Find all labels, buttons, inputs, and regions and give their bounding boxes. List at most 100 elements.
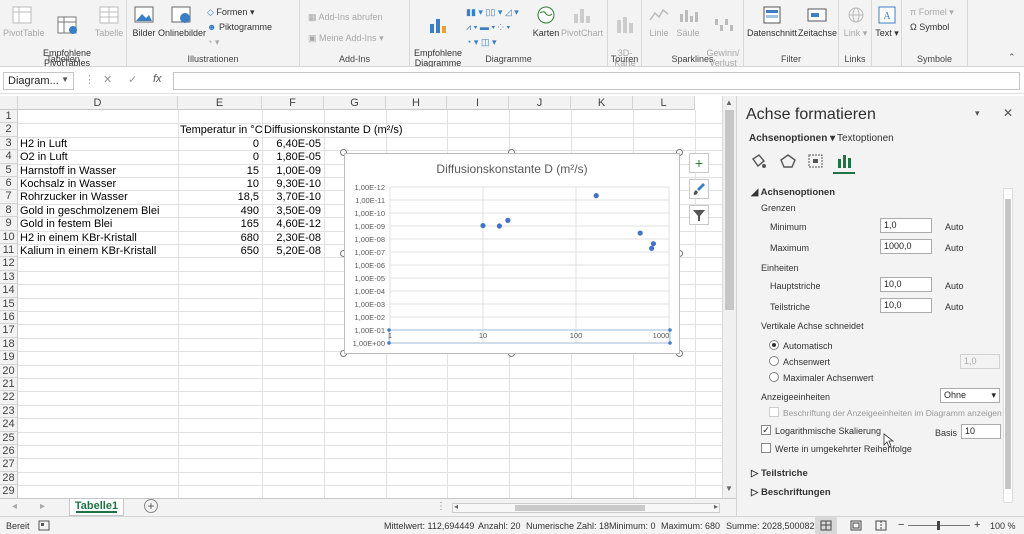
row-header-12[interactable]: 12 bbox=[0, 257, 18, 271]
karten-button[interactable]: Karten bbox=[532, 4, 560, 38]
formula-input[interactable] bbox=[173, 72, 1020, 90]
checkbox-logarithmisch[interactable]: ✓ bbox=[761, 425, 771, 435]
data-point[interactable] bbox=[650, 241, 657, 247]
column-header-f[interactable]: F bbox=[262, 96, 324, 110]
cell-f9[interactable]: 4,60E-12 bbox=[263, 218, 321, 231]
cell-f10[interactable]: 2,30E-08 bbox=[263, 232, 321, 245]
cell-e7[interactable]: 18,5 bbox=[179, 191, 259, 204]
3d-modelle-button[interactable]: ◔ ▾ bbox=[207, 36, 219, 48]
column-header-h[interactable]: H bbox=[386, 96, 447, 110]
data-point[interactable] bbox=[649, 245, 655, 251]
onlinebilder-button[interactable]: Onlinebilder bbox=[158, 4, 206, 38]
sparkline-linie-button[interactable]: Linie bbox=[645, 4, 673, 38]
insert-function-icon[interactable]: fx bbox=[153, 73, 162, 85]
cell-d5[interactable]: Harnstoff in Wasser bbox=[20, 165, 116, 178]
axis-selection-handle[interactable] bbox=[387, 341, 391, 345]
data-point[interactable] bbox=[637, 230, 643, 236]
row-header-23[interactable]: 23 bbox=[0, 404, 18, 419]
cell-e9[interactable]: 165 bbox=[179, 218, 259, 231]
axis-options-icon[interactable] bbox=[835, 152, 853, 170]
cell-d8[interactable]: Gold in geschmolzenem Blei bbox=[20, 205, 159, 218]
name-box[interactable]: Diagram... ▼ bbox=[3, 72, 74, 90]
zeitachse-button[interactable]: Zeitachse bbox=[798, 4, 837, 38]
row-header-4[interactable]: 4 bbox=[0, 150, 18, 164]
teilstriche-auto-button[interactable]: Auto bbox=[945, 302, 964, 312]
column-header-l[interactable]: L bbox=[633, 96, 695, 110]
scroll-right-icon[interactable]: ▸ bbox=[714, 502, 718, 511]
section-teilstriche[interactable]: ▷ Teilstriche bbox=[751, 468, 808, 479]
pane-scroll-thumb[interactable] bbox=[1005, 199, 1011, 489]
row-header-6[interactable]: 6 bbox=[0, 177, 18, 191]
page-break-view-icon[interactable] bbox=[871, 517, 891, 534]
enter-icon[interactable]: ✓ bbox=[128, 73, 137, 86]
meine-addins-button[interactable]: ▣ Meine Add-Ins ▾ bbox=[308, 32, 384, 44]
chart-styles-button[interactable] bbox=[689, 179, 709, 199]
select-all-corner[interactable] bbox=[0, 96, 18, 110]
cell-f5[interactable]: 1,00E-09 bbox=[263, 165, 321, 178]
add-sheet-button[interactable]: + bbox=[144, 499, 158, 513]
zoom-level[interactable]: 100 % bbox=[990, 521, 1016, 531]
pane-options-icon[interactable]: ▾ bbox=[975, 108, 980, 119]
cell-d11[interactable]: Kalium in einem KBr-Kristall bbox=[20, 245, 156, 258]
cell-d10[interactable]: H2 in einem KBr-Kristall bbox=[20, 232, 137, 245]
row-header-13[interactable]: 13 bbox=[0, 270, 18, 285]
row-header-16[interactable]: 16 bbox=[0, 311, 18, 325]
tab-textoptionen[interactable]: Textoptionen bbox=[837, 133, 894, 144]
page-layout-view-icon[interactable] bbox=[846, 517, 866, 534]
row-header-11[interactable]: 11 bbox=[0, 244, 18, 258]
row-header-10[interactable]: 10 bbox=[0, 230, 18, 244]
row-header-26[interactable]: 26 bbox=[0, 445, 18, 459]
column-header-g[interactable]: G bbox=[324, 96, 386, 110]
section-beschriftungen[interactable]: ▷ Beschriftungen bbox=[751, 487, 831, 498]
tab-split-grip[interactable]: ⋮ bbox=[436, 501, 446, 512]
hauptstriche-input[interactable]: 10,0 bbox=[880, 277, 932, 292]
link-button[interactable]: Link ▾ bbox=[842, 4, 869, 38]
piktogramme-button[interactable]: ☻ Piktogramme bbox=[207, 21, 272, 33]
maximum-auto-button[interactable]: Auto bbox=[945, 243, 964, 253]
sparkline-saeule-button[interactable]: Säule bbox=[674, 4, 702, 38]
size-properties-icon[interactable] bbox=[807, 153, 825, 169]
row-header-29[interactable]: 29 bbox=[0, 485, 18, 498]
chart-elements-button[interactable]: + bbox=[689, 153, 709, 173]
cell-e2[interactable]: Temperatur in °C bbox=[180, 124, 263, 137]
row-header-21[interactable]: 21 bbox=[0, 378, 18, 392]
column-header-k[interactable]: K bbox=[571, 96, 633, 110]
zoom-slider-thumb[interactable] bbox=[937, 521, 940, 530]
collapse-ribbon-icon[interactable]: ⌃ bbox=[1008, 52, 1016, 63]
cell-e3[interactable]: 0 bbox=[179, 138, 259, 151]
chart-title[interactable]: Diffusionskonstante D (m²/s) bbox=[436, 162, 587, 176]
cell-e11[interactable]: 650 bbox=[179, 245, 259, 258]
formen-button[interactable]: ◇ Formen ▾ bbox=[207, 6, 254, 18]
pivotchart-button[interactable]: PivotChart bbox=[560, 4, 604, 38]
chart-filters-button[interactable] bbox=[689, 205, 709, 225]
column-header-j[interactable]: J bbox=[509, 96, 571, 110]
row-header-8[interactable]: 8 bbox=[0, 203, 18, 218]
row-header-17[interactable]: 17 bbox=[0, 324, 18, 338]
minimum-auto-button[interactable]: Auto bbox=[945, 222, 964, 232]
scroll-left-icon[interactable]: ◂ bbox=[454, 502, 458, 511]
prev-sheet-icon[interactable]: ◂ bbox=[12, 501, 17, 512]
text-button[interactable]: A Text ▾ bbox=[874, 4, 900, 38]
row-header-7[interactable]: 7 bbox=[0, 190, 18, 204]
row-header-28[interactable]: 28 bbox=[0, 471, 18, 486]
scatter-chart[interactable]: Diffusionskonstante D (m²/s) 1,00E-12 1,0… bbox=[344, 153, 680, 354]
scroll-thumb[interactable] bbox=[725, 110, 734, 310]
radio-maximaler-achsenwert[interactable] bbox=[769, 372, 779, 382]
next-sheet-icon[interactable]: ▸ bbox=[40, 501, 45, 512]
cell-d4[interactable]: O2 in Luft bbox=[20, 151, 68, 164]
data-point[interactable] bbox=[496, 223, 502, 229]
cell-e10[interactable]: 680 bbox=[179, 232, 259, 245]
pie-chart-button[interactable]: ◔ ▾ ◫ ▾ bbox=[466, 36, 496, 48]
close-icon[interactable]: ✕ bbox=[1003, 106, 1013, 120]
cell-e8[interactable]: 490 bbox=[179, 205, 259, 218]
addins-abrufen-button[interactable]: ▦ Add-Ins abrufen bbox=[308, 11, 383, 23]
zoom-in-button[interactable]: + bbox=[974, 519, 980, 531]
fill-line-icon[interactable] bbox=[749, 153, 767, 169]
cell-f11[interactable]: 5,20E-08 bbox=[263, 245, 321, 258]
row-header-19[interactable]: 19 bbox=[0, 351, 18, 365]
radio-automatisch[interactable] bbox=[769, 340, 779, 350]
basis-input[interactable]: 10 bbox=[961, 424, 1001, 439]
column-header-i[interactable]: I bbox=[447, 96, 509, 110]
column-header-e[interactable]: E bbox=[178, 96, 262, 110]
axis-selection-handle[interactable] bbox=[668, 341, 672, 345]
